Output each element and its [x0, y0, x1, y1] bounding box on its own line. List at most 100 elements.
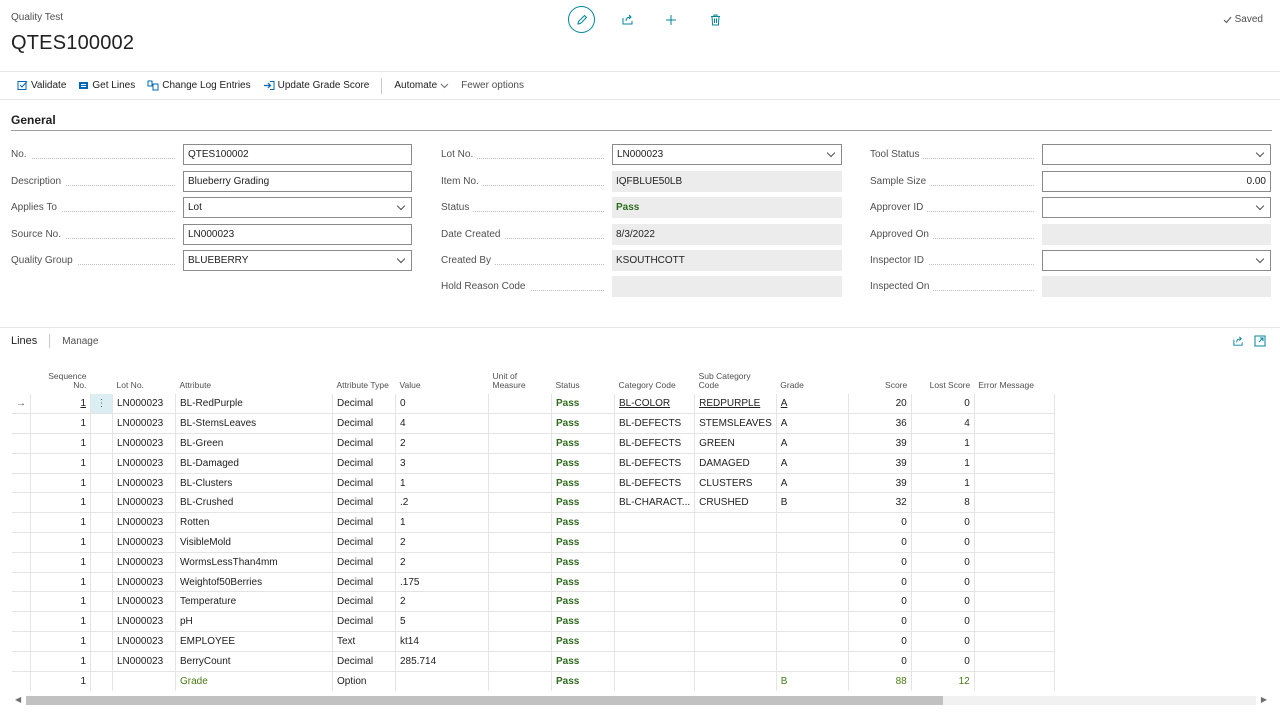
cell-status[interactable]: Pass	[551, 631, 615, 652]
cell-error[interactable]	[974, 552, 1055, 573]
cell-attribute[interactable]: BL-StemsLeaves	[175, 413, 333, 435]
cell-seq[interactable]: 1	[30, 492, 91, 514]
row-menu-cell[interactable]	[90, 552, 113, 573]
inspector-id-select[interactable]	[1042, 250, 1271, 271]
cell-lost[interactable]: 1	[911, 473, 975, 494]
cell-score[interactable]: 0	[848, 591, 912, 613]
row-menu-cell[interactable]	[90, 572, 113, 593]
cell-type[interactable]: Decimal	[332, 492, 396, 514]
new-button[interactable]	[659, 8, 683, 32]
cell-grade[interactable]	[776, 631, 849, 652]
cell-status[interactable]: Pass	[551, 492, 615, 514]
cell-lost[interactable]: 0	[911, 394, 975, 415]
tab-lines[interactable]: Lines	[11, 335, 37, 347]
cell-uom[interactable]	[488, 413, 552, 435]
table-row[interactable]: 1 LN000023 pH Decimal 5 Pass 0 0	[12, 611, 1055, 633]
table-row[interactable]: → 1 ⋮ LN000023 BL-RedPurple Decimal 0 Pass BL-CO…	[12, 394, 1055, 415]
cell-value[interactable]: kt14	[395, 631, 489, 652]
cell-cat[interactable]	[614, 532, 696, 553]
cell-value[interactable]: 5	[395, 611, 489, 633]
cell-value[interactable]: 2	[395, 552, 489, 573]
cell-grade[interactable]: A	[776, 473, 849, 494]
cell-subcat[interactable]	[694, 552, 777, 573]
row-menu-cell[interactable]	[90, 492, 113, 514]
share-icon[interactable]	[1232, 335, 1244, 347]
cell-status[interactable]: Pass	[551, 453, 615, 474]
row-menu-cell[interactable]	[90, 591, 113, 613]
automate-menu[interactable]: Automate	[394, 80, 449, 91]
col-lot-no[interactable]: Lot No.	[113, 366, 176, 394]
cell-error[interactable]	[974, 611, 1055, 633]
share-button[interactable]	[615, 8, 639, 32]
cell-attribute[interactable]: Temperature	[175, 591, 333, 613]
cell-grade[interactable]	[776, 651, 849, 672]
cell-error[interactable]	[974, 473, 1055, 494]
cell-lot[interactable]: LN000023	[112, 473, 176, 494]
cell-value[interactable]: 2	[395, 591, 489, 613]
row-selector[interactable]	[12, 631, 31, 652]
cell-attribute[interactable]: BerryCount	[175, 651, 333, 672]
cell-cat[interactable]	[614, 591, 696, 613]
row-selector[interactable]	[12, 433, 31, 454]
cell-grade[interactable]: B	[776, 671, 849, 691]
table-row[interactable]: 1 LN000023 BL-StemsLeaves Decimal 4 Pass BL-DE…	[12, 413, 1055, 435]
cell-score[interactable]: 36	[848, 413, 912, 435]
cell-cat[interactable]: BL-DEFECTS	[614, 413, 696, 435]
cell-uom[interactable]	[488, 611, 552, 633]
validate-button[interactable]: Validate	[17, 80, 66, 91]
cell-cat[interactable]	[614, 651, 696, 672]
col-category-code[interactable]: Category Code	[615, 366, 695, 394]
cell-seq[interactable]: 1	[30, 473, 91, 494]
cell-error[interactable]	[974, 651, 1055, 672]
table-row[interactable]: 1 LN000023 EMPLOYEE Text kt14 Pass 0 0	[12, 631, 1055, 652]
cell-uom[interactable]	[488, 433, 552, 454]
cell-attribute[interactable]: Rotten	[175, 512, 333, 534]
cell-subcat[interactable]	[694, 671, 777, 691]
cell-cat[interactable]: BL-DEFECTS	[614, 453, 696, 474]
cell-grade[interactable]: A	[776, 413, 849, 435]
cell-cat[interactable]: BL-COLOR	[614, 394, 696, 415]
cell-status[interactable]: Pass	[551, 473, 615, 494]
cell-cat[interactable]	[614, 512, 696, 534]
cell-attribute[interactable]: pH	[175, 611, 333, 633]
cell-type[interactable]: Decimal	[332, 611, 396, 633]
scroll-right-icon[interactable]: ▶	[1261, 695, 1267, 704]
cell-seq[interactable]: 1	[30, 671, 91, 691]
cell-grade[interactable]	[776, 512, 849, 534]
cell-grade[interactable]	[776, 611, 849, 633]
cell-seq[interactable]: 1	[30, 413, 91, 435]
cell-type[interactable]: Decimal	[332, 532, 396, 553]
cell-lot[interactable]: LN000023	[112, 631, 176, 652]
cell-score[interactable]: 39	[848, 453, 912, 474]
get-lines-button[interactable]: Get Lines	[78, 80, 135, 91]
cell-type[interactable]: Decimal	[332, 433, 396, 454]
cell-grade[interactable]	[776, 532, 849, 553]
cell-uom[interactable]	[488, 591, 552, 613]
row-selector[interactable]	[12, 611, 31, 633]
cell-attribute[interactable]: BL-Green	[175, 433, 333, 454]
cell-lost[interactable]: 0	[911, 651, 975, 672]
row-selector[interactable]	[12, 671, 31, 691]
cell-status[interactable]: Pass	[551, 572, 615, 593]
cell-type[interactable]: Decimal	[332, 651, 396, 672]
cell-status[interactable]: Pass	[551, 591, 615, 613]
row-selector[interactable]	[12, 453, 31, 474]
row-menu-cell[interactable]	[90, 473, 113, 494]
cell-seq[interactable]: 1	[30, 394, 91, 415]
row-menu-cell[interactable]	[90, 512, 113, 534]
cell-uom[interactable]	[488, 473, 552, 494]
cell-attribute[interactable]: WormsLessThan4mm	[175, 552, 333, 573]
cell-error[interactable]	[974, 492, 1055, 514]
cell-error[interactable]	[974, 433, 1055, 454]
cell-grade[interactable]	[776, 572, 849, 593]
cell-cat[interactable]	[614, 671, 696, 691]
scroll-thumb[interactable]	[26, 696, 943, 705]
cell-lot[interactable]: LN000023	[112, 532, 176, 553]
cell-lot[interactable]: LN000023	[112, 492, 176, 514]
cell-lot[interactable]: LN000023	[112, 413, 176, 435]
cell-attribute[interactable]: BL-RedPurple	[175, 394, 333, 415]
cell-subcat[interactable]	[694, 631, 777, 652]
cell-status[interactable]: Pass	[551, 671, 615, 691]
cell-attribute[interactable]: Weightof50Berries	[175, 572, 333, 593]
cell-type[interactable]: Decimal	[332, 552, 396, 573]
